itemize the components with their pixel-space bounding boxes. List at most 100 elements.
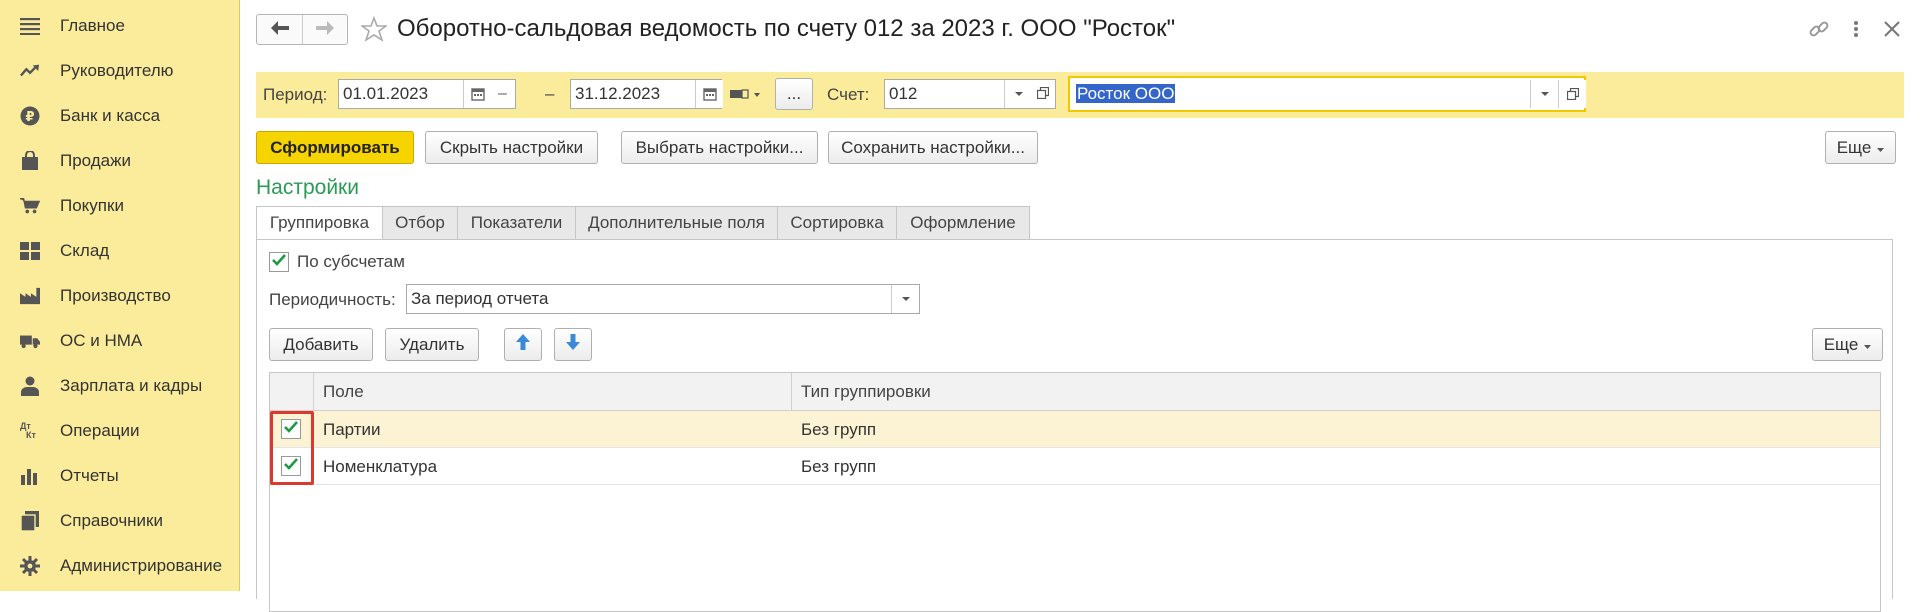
- books-icon: [20, 511, 40, 531]
- periodicity-value: За период отчета: [411, 289, 549, 308]
- chevron-down-icon[interactable]: [1004, 80, 1032, 108]
- arrow-up-icon: [516, 334, 530, 355]
- more-vertical-icon[interactable]: [1845, 18, 1867, 40]
- bar-chart-icon: [20, 466, 40, 486]
- add-button[interactable]: Добавить: [269, 328, 373, 361]
- period-to-input[interactable]: 31.12.2023: [570, 79, 723, 109]
- menu-lines-icon: [20, 16, 40, 36]
- by-subaccounts-checkbox[interactable]: [269, 252, 289, 272]
- period-to-value: 31.12.2023: [575, 84, 661, 103]
- ruble-coin-icon: ₽: [20, 106, 40, 126]
- table-row[interactable]: Партии Без групп: [270, 411, 1880, 448]
- chevron-down-icon[interactable]: [891, 285, 919, 313]
- grouping-more-button[interactable]: Еще: [1812, 328, 1883, 361]
- sidebar-item-bank[interactable]: ₽ Банк и касса: [0, 96, 240, 136]
- organization-input[interactable]: Росток ООО: [1068, 76, 1586, 112]
- organization-value: Росток ООО: [1076, 84, 1176, 103]
- periodicity-select[interactable]: За период отчета: [406, 284, 920, 314]
- chevron-down-icon: [1864, 335, 1872, 355]
- sidebar-item-purchases[interactable]: Покупки: [0, 186, 240, 226]
- shopping-bag-icon: [20, 151, 40, 171]
- svg-text:₽: ₽: [25, 110, 34, 125]
- tab-indicators[interactable]: Показатели: [458, 206, 576, 240]
- save-settings-button[interactable]: Сохранить настройки...: [828, 131, 1038, 164]
- cell-field: Партии: [323, 420, 381, 439]
- account-input[interactable]: 012: [884, 79, 1032, 109]
- tab-sorting[interactable]: Сортировка: [778, 206, 897, 240]
- kt-label: Кт: [26, 430, 36, 440]
- period-select-button[interactable]: ...: [775, 78, 813, 110]
- sidebar-item-label: Зарплата и кадры: [60, 376, 203, 395]
- checkmark-icon: [283, 419, 299, 439]
- hide-settings-button[interactable]: Скрыть настройки: [425, 131, 598, 164]
- sidebar-item-production[interactable]: Производство: [0, 276, 240, 316]
- sidebar-item-warehouse[interactable]: Склад: [0, 231, 240, 271]
- sidebar-item-reports[interactable]: Отчеты: [0, 456, 240, 496]
- open-window-icon: [1036, 80, 1050, 108]
- arrow-left-icon: [270, 20, 289, 40]
- trend-up-icon: [20, 61, 40, 81]
- period-panel: Период: 01.01.2023 – – 31.12.2023 ... Сч…: [256, 72, 1904, 118]
- move-up-button[interactable]: [504, 328, 542, 361]
- calendar-icon[interactable]: [463, 80, 491, 108]
- sidebar-item-operations[interactable]: Дт Кт Операции: [0, 411, 240, 451]
- tab-grouping[interactable]: Группировка: [256, 206, 383, 240]
- sidebar-item-administration[interactable]: Администрирование: [0, 546, 240, 586]
- calendar-icon[interactable]: [695, 80, 723, 108]
- by-subaccounts-label: По субсчетам: [297, 252, 405, 271]
- sidebar-item-fixed-assets[interactable]: ОС и НМА: [0, 321, 240, 361]
- column-header-grouping-type[interactable]: Тип группировки: [791, 373, 1879, 411]
- row-checkbox[interactable]: [281, 419, 301, 439]
- settings-title: Настройки: [256, 176, 359, 199]
- back-button[interactable]: [257, 15, 302, 44]
- tab-additional-fields[interactable]: Дополнительные поля: [576, 206, 778, 240]
- tab-filter[interactable]: Отбор: [383, 206, 458, 240]
- close-icon[interactable]: [1881, 18, 1903, 40]
- period-from-clear[interactable]: –: [490, 79, 516, 109]
- grouping-table: Поле Тип группировки Партии Без групп Но…: [269, 372, 1881, 612]
- arrow-right-icon: [316, 20, 334, 40]
- period-type-dropdown-icon[interactable]: [730, 86, 762, 106]
- column-header-field[interactable]: Поле: [313, 373, 791, 411]
- forward-button[interactable]: [302, 15, 347, 44]
- periodicity-label: Периодичность:: [269, 290, 396, 309]
- generate-button[interactable]: Сформировать: [256, 131, 414, 164]
- move-down-button[interactable]: [554, 328, 592, 361]
- sidebar-item-sales[interactable]: Продажи: [0, 141, 240, 181]
- grouping-panel: По субсчетам Периодичность: За период от…: [256, 239, 1893, 612]
- delete-button[interactable]: Удалить: [385, 328, 479, 361]
- sidebar-item-label: Продажи: [60, 151, 131, 170]
- account-open-button[interactable]: [1031, 79, 1056, 109]
- dt-kt-icon: Дт Кт: [20, 421, 40, 441]
- cell-field: Номенклатура: [323, 457, 438, 476]
- account-label: Счет:: [827, 85, 870, 104]
- sidebar-item-label: Главное: [60, 16, 125, 35]
- open-window-icon[interactable]: [1558, 80, 1586, 108]
- link-icon[interactable]: [1808, 18, 1830, 40]
- choose-settings-button[interactable]: Выбрать настройки...: [621, 131, 818, 164]
- sidebar-item-manager[interactable]: Руководителю: [0, 51, 240, 91]
- more-label: Еще: [1823, 334, 1859, 354]
- sidebar-item-label: Руководителю: [60, 61, 174, 80]
- sidebar-item-main[interactable]: Главное: [0, 6, 240, 46]
- tab-appearance[interactable]: Оформление: [897, 206, 1030, 240]
- table-row[interactable]: Номенклатура Без групп: [270, 448, 1880, 485]
- history-nav: [256, 14, 348, 45]
- settings-tabs: Группировка Отбор Показатели Дополнитель…: [256, 206, 1030, 240]
- sidebar-item-catalogs[interactable]: Справочники: [0, 501, 240, 541]
- account-value: 012: [889, 84, 918, 103]
- sidebar-item-salary[interactable]: Зарплата и кадры: [0, 366, 240, 406]
- more-button[interactable]: Еще: [1825, 131, 1896, 164]
- shopping-cart-icon: [20, 196, 40, 216]
- chevron-down-icon: [1877, 138, 1885, 158]
- sidebar-item-label: Производство: [60, 286, 171, 305]
- favorite-star-icon[interactable]: [359, 15, 389, 42]
- sidebar-item-label: Отчеты: [60, 466, 119, 485]
- arrow-down-icon: [566, 334, 580, 355]
- checkmark-icon: [271, 252, 287, 272]
- chevron-down-icon[interactable]: [1530, 80, 1558, 108]
- factory-icon: [20, 286, 40, 306]
- row-checkbox[interactable]: [281, 456, 301, 476]
- sidebar-item-label: Справочники: [60, 511, 163, 530]
- period-from-input[interactable]: 01.01.2023: [338, 79, 491, 109]
